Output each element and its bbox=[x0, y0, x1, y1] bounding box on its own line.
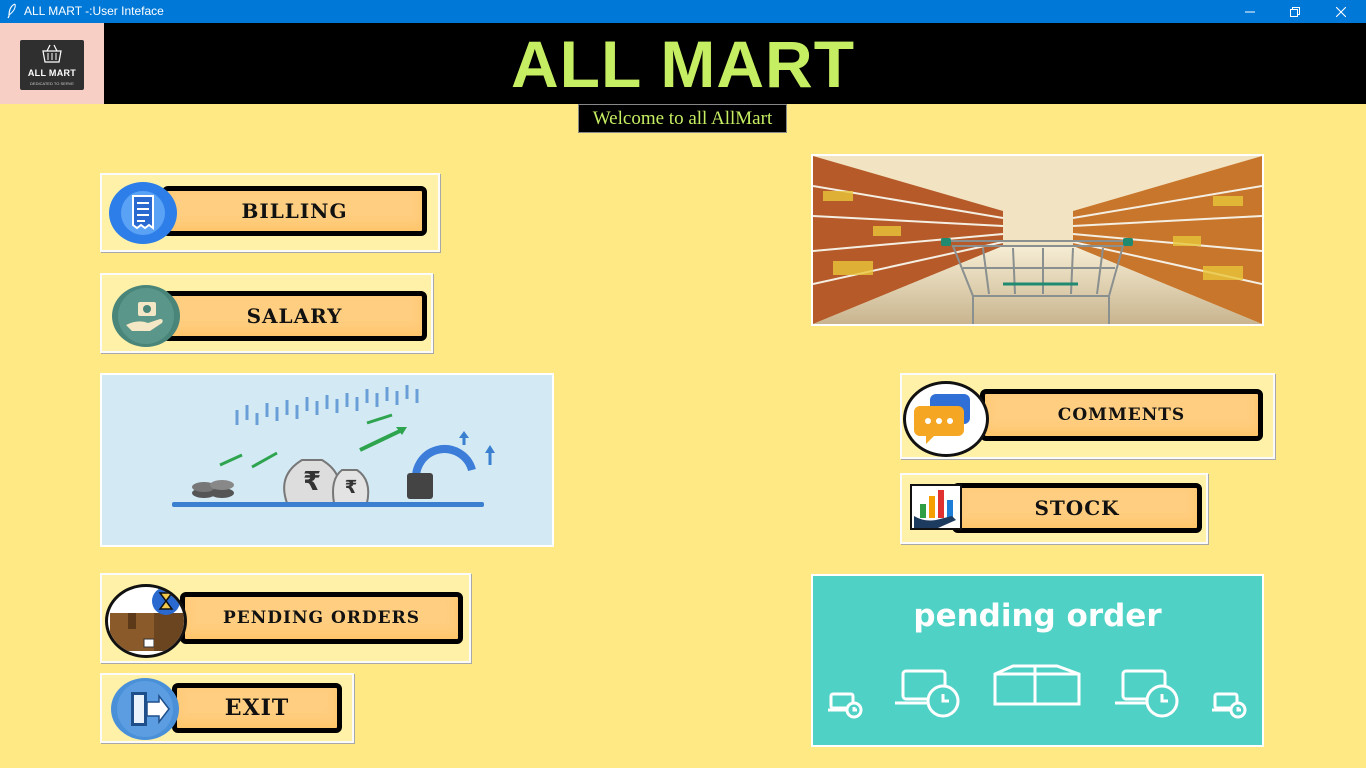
pending-orders-button-label: PENDING ORDERS bbox=[180, 592, 463, 644]
exit-door-icon bbox=[111, 678, 179, 740]
finance-illustration: ₹ ₹ bbox=[100, 373, 554, 547]
salary-button-label: SALARY bbox=[162, 291, 427, 341]
minimize-button[interactable] bbox=[1227, 0, 1273, 23]
window-title: ALL MART -:User Inteface bbox=[24, 4, 164, 18]
billing-button-label: BILLING bbox=[162, 186, 427, 236]
pending-orders-button[interactable]: PENDING ORDERS bbox=[100, 573, 471, 663]
close-icon bbox=[1336, 6, 1346, 17]
page-title: ALL MART bbox=[510, 27, 856, 101]
receipt-icon bbox=[109, 182, 177, 244]
close-button[interactable] bbox=[1318, 0, 1364, 23]
exit-button[interactable]: EXIT bbox=[100, 673, 354, 743]
minimize-icon bbox=[1245, 11, 1255, 12]
exit-button-label: EXIT bbox=[172, 683, 342, 733]
svg-text:₹: ₹ bbox=[345, 477, 358, 498]
package-hourglass-icon bbox=[105, 584, 187, 658]
welcome-label: Welcome to all AllMart bbox=[578, 104, 787, 133]
salary-button[interactable]: SALARY bbox=[100, 273, 433, 353]
window-titlebar: ALL MART -:User Inteface bbox=[0, 0, 1366, 23]
laptop-clock-icons bbox=[828, 664, 1247, 719]
billing-button[interactable]: BILLING bbox=[100, 173, 440, 252]
shopping-cart-image bbox=[813, 156, 1262, 324]
restore-icon bbox=[1290, 6, 1300, 17]
stock-chart-icon bbox=[910, 484, 962, 530]
comments-button[interactable]: COMMENTS bbox=[900, 373, 1275, 459]
svg-text:₹: ₹ bbox=[303, 467, 321, 497]
restore-button[interactable] bbox=[1272, 0, 1318, 23]
salary-hand-icon bbox=[112, 285, 180, 347]
stock-button-label: STOCK bbox=[952, 483, 1202, 533]
pending-order-banner: pending order bbox=[811, 574, 1264, 747]
chat-bubble-icon bbox=[903, 381, 989, 457]
stock-button[interactable]: STOCK bbox=[900, 473, 1208, 544]
supermarket-aisle-image bbox=[811, 154, 1264, 326]
money-growth-image: ₹ ₹ bbox=[102, 375, 552, 545]
feather-icon bbox=[7, 3, 16, 19]
comments-button-label: COMMENTS bbox=[980, 389, 1263, 441]
